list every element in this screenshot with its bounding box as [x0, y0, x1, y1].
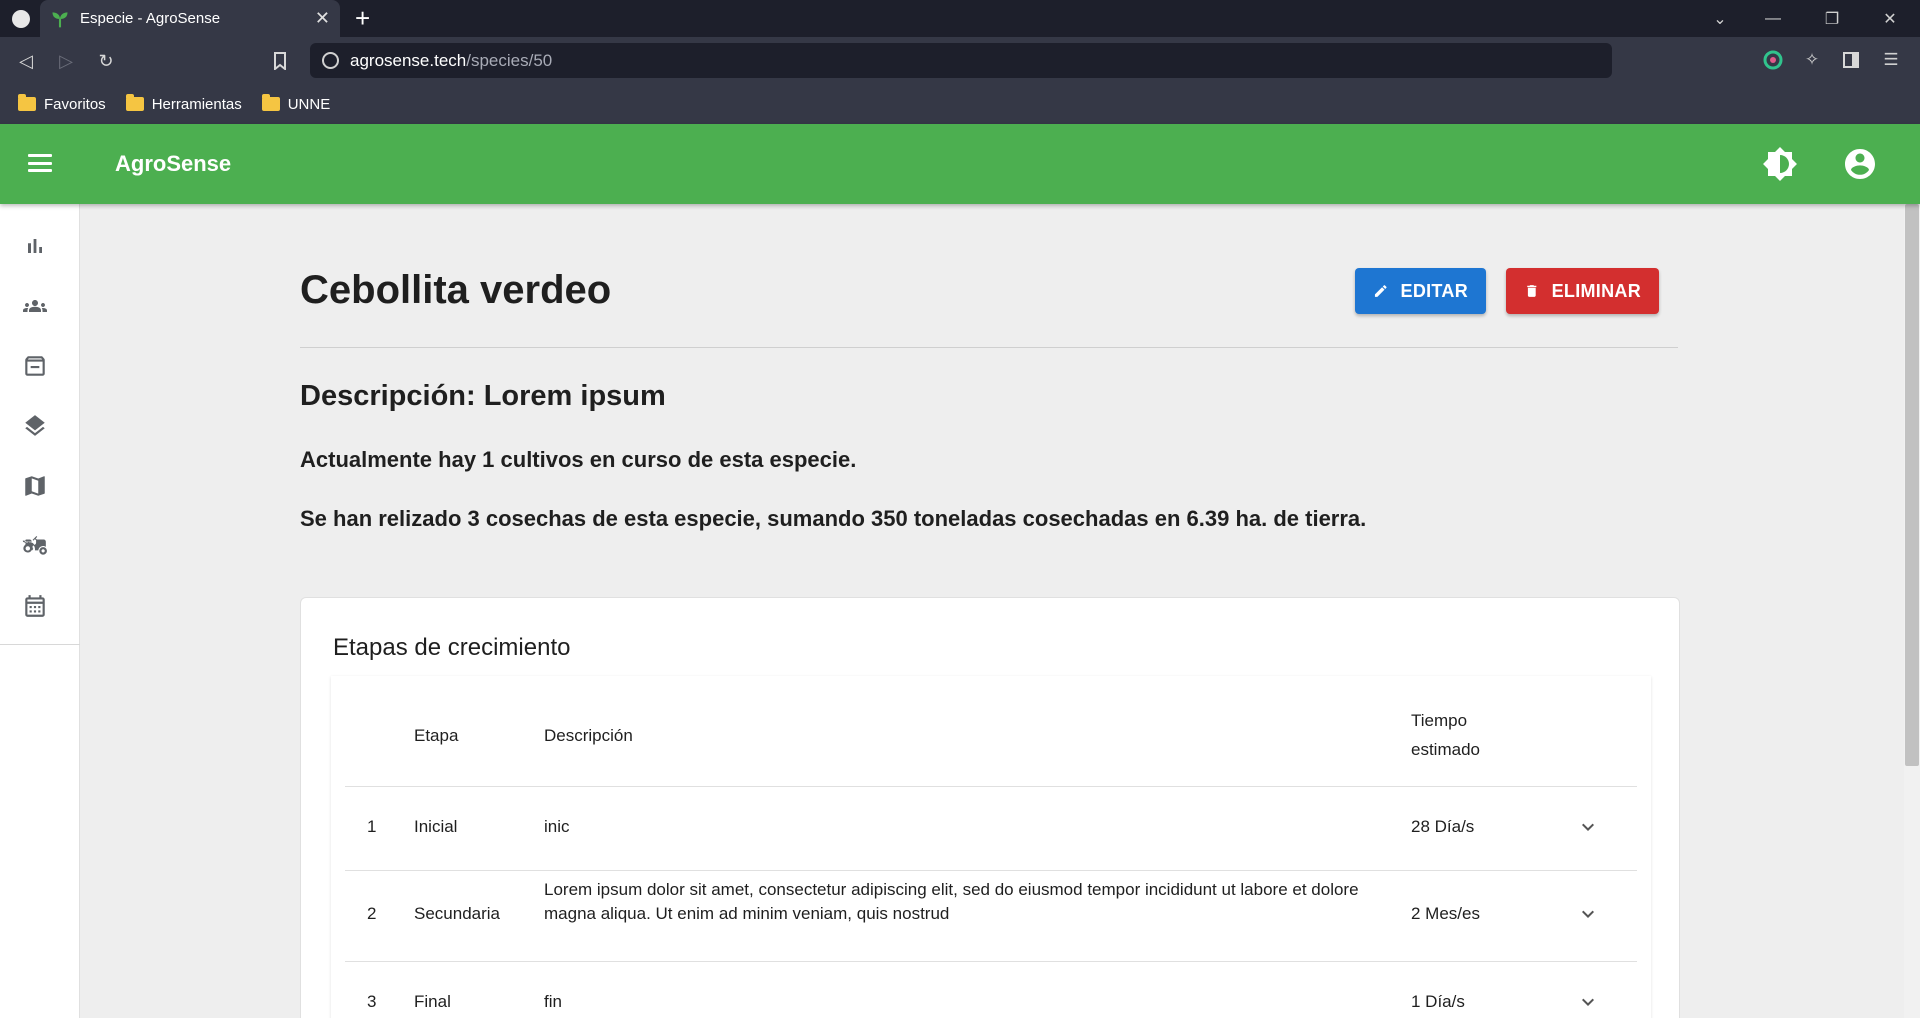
profile-icon[interactable]: [12, 10, 30, 28]
reload-icon[interactable]: ↻: [92, 47, 120, 75]
url-host: agrosense.tech: [350, 50, 467, 70]
scrollbar-thumb[interactable]: [1905, 204, 1919, 766]
row-1-stage: Inicial: [414, 817, 458, 836]
header-stage: Etapa: [414, 726, 459, 745]
calendar-icon: [25, 595, 45, 617]
header-time-line1: Tiempo: [1411, 711, 1468, 730]
new-tab-button[interactable]: +: [355, 2, 370, 34]
header-time-line2: estimado: [1411, 740, 1480, 759]
url-bar[interactable]: agrosense.tech/species/50: [310, 43, 1612, 78]
extension-circle-icon[interactable]: [1762, 49, 1784, 71]
growth-stages-table: Etapa Descripción Tiempo estimado 1 Inic…: [331, 676, 1651, 1018]
trash-icon: [1527, 285, 1537, 297]
row-2-stage: Secundaria: [414, 904, 501, 923]
tractor-icon: [22, 536, 47, 555]
app-title: AgroSense: [115, 151, 232, 176]
layers-icon: [25, 415, 45, 436]
row-1-time: 28 Día/s: [1411, 817, 1475, 836]
chevron-down-icon[interactable]: [1576, 815, 1600, 839]
brightness-toggle-icon[interactable]: [1762, 146, 1798, 182]
close-tab-icon[interactable]: ✕: [315, 8, 330, 29]
header-divider: [345, 786, 1637, 787]
harvest-summary-text: Se han relizado 3 cosechas de esta espec…: [300, 506, 1367, 531]
menu-icon[interactable]: ☰: [1880, 49, 1902, 71]
row-2-number: 2: [367, 904, 377, 923]
sidebar-item-dashboard[interactable]: [20, 231, 50, 261]
site-info-icon[interactable]: [322, 52, 339, 69]
row-1-description: inic: [544, 817, 570, 836]
sidebar-item-users[interactable]: [20, 291, 50, 321]
row-2-time: 2 Mes/es: [1411, 904, 1480, 923]
header-description: Descripción: [544, 726, 633, 745]
tab-title: Especie - AgroSense: [80, 10, 221, 27]
folder-icon: [125, 94, 144, 111]
sidebar-divider: [0, 644, 80, 645]
row-divider: [345, 961, 1637, 962]
extensions-icon[interactable]: ✧: [1801, 49, 1823, 71]
sidebar-item-calendar[interactable]: [20, 591, 50, 621]
app-bar: AgroSense: [0, 124, 1920, 204]
bookmark-icon[interactable]: [266, 47, 294, 75]
sidebar-item-map[interactable]: [20, 471, 50, 501]
minimize-button[interactable]: —: [1753, 0, 1793, 37]
chevron-down-icon[interactable]: [1576, 990, 1600, 1014]
delete-button-label: ELIMINAR: [1551, 280, 1641, 301]
row-2-description: Lorem ipsum dolor sit amet, consectetur …: [544, 880, 1359, 923]
row-3-stage: Final: [414, 992, 451, 1011]
sprout-icon: [52, 11, 68, 27]
row-3-number: 3: [367, 992, 377, 1011]
row-3-description: fin: [544, 992, 562, 1011]
back-icon[interactable]: ◁: [12, 47, 40, 75]
bar-chart-icon: [28, 239, 42, 253]
folder-icon: [261, 94, 280, 111]
row-3-time: 1 Día/s: [1411, 992, 1465, 1011]
sidebar: [0, 204, 80, 1018]
bookmark-favoritos[interactable]: Favoritos: [18, 94, 106, 113]
map-icon: [25, 476, 45, 496]
bookmark-herramientas[interactable]: Herramientas: [125, 94, 242, 113]
account-circle-icon[interactable]: [1842, 146, 1878, 182]
edit-button-label: EDITAR: [1400, 280, 1468, 301]
growth-stages-title: Etapas de crecimiento: [333, 634, 571, 661]
edit-button[interactable]: EDITAR: [1355, 268, 1486, 314]
pencil-icon: [1374, 285, 1387, 297]
delete-button[interactable]: ELIMINAR: [1506, 268, 1659, 314]
groups-icon: [23, 300, 47, 312]
page-title: Cebollita verdeo: [300, 268, 612, 312]
tab-search-icon[interactable]: ⌄: [1700, 0, 1740, 37]
sidebar-item-storage[interactable]: [20, 351, 50, 381]
close-window-button[interactable]: ✕: [1870, 0, 1910, 37]
row-1-number: 1: [367, 817, 377, 836]
forward-icon[interactable]: ▷: [52, 47, 80, 75]
sidepanel-icon[interactable]: [1840, 49, 1862, 71]
folder-icon: [18, 94, 36, 111]
active-crops-text: Actualmente hay 1 cultivos en curso de e…: [300, 447, 857, 472]
browser-tabbar: Especie - AgroSense ✕ + ⌄ — ❐ ✕: [0, 0, 1920, 37]
restore-button[interactable]: ❐: [1812, 0, 1852, 37]
bookmark-unne[interactable]: UNNE: [261, 94, 330, 113]
chevron-down-icon[interactable]: [1576, 902, 1600, 926]
row-divider: [345, 870, 1637, 871]
species-description: Descripción: Lorem ipsum: [300, 380, 666, 412]
menu-toggle-icon[interactable]: [28, 154, 52, 172]
sidebar-item-layers[interactable]: [20, 411, 50, 441]
sidebar-item-machinery[interactable]: [20, 531, 50, 561]
growth-stages-card: Etapas de crecimiento Etapa Descripción …: [300, 597, 1680, 1018]
title-divider: [300, 347, 1678, 348]
archive-icon: [25, 356, 45, 376]
url-path: /species/50: [466, 50, 553, 70]
bookmarks-bar: Favoritos Herramientas UNNE: [0, 84, 1920, 124]
browser-tab[interactable]: Especie - AgroSense ✕: [40, 0, 340, 37]
